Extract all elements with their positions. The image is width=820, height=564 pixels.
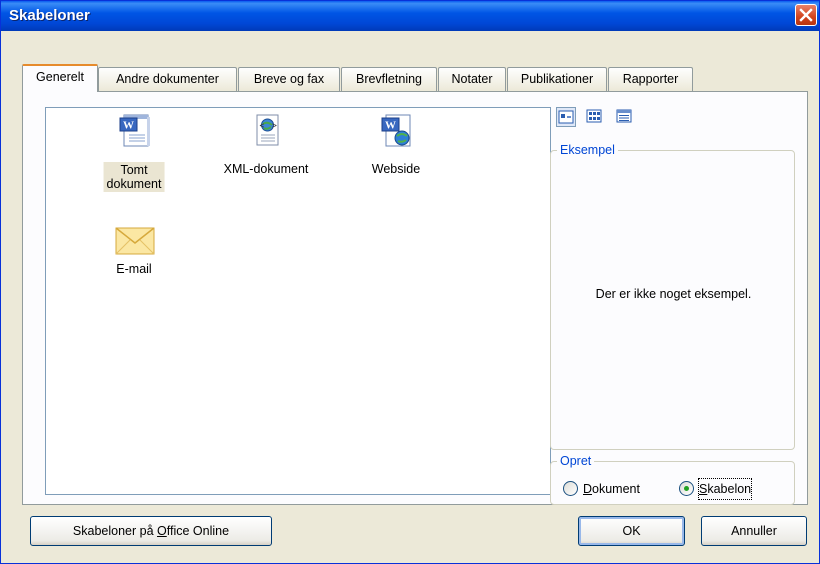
mnemonic: O	[157, 524, 167, 538]
template-item-tomt-dokument[interactable]: W Tomt dokument	[74, 114, 194, 192]
xml-document-icon: < >	[256, 114, 279, 146]
tab-rapporter[interactable]: Rapporter	[608, 67, 693, 91]
radio-button-checked[interactable]	[679, 481, 694, 496]
tab-label: Breve og fax	[253, 72, 325, 86]
ok-button[interactable]: OK	[578, 516, 685, 546]
template-label: XML-dokument	[223, 162, 309, 176]
tab-breve-og-fax[interactable]: Breve og fax	[238, 67, 340, 91]
button-label-part: ffice Online	[166, 524, 230, 538]
tab-publikationer[interactable]: Publikationer	[507, 67, 607, 91]
cancel-button[interactable]: Annuller	[701, 516, 807, 546]
word-document-icon: W	[119, 114, 150, 147]
title-bar[interactable]: Skabeloner	[1, 1, 819, 31]
template-label: E-mail	[116, 262, 152, 276]
radio-dot-icon	[684, 486, 689, 491]
template-item-e-mail[interactable]: E-mail	[74, 222, 194, 292]
details-view-icon	[616, 109, 632, 123]
tab-andre-dokumenter[interactable]: Andre dokumenter	[98, 67, 237, 91]
svg-text:W: W	[123, 120, 134, 132]
tab-label: Generelt	[36, 70, 84, 84]
preview-message: Der er ikke noget eksempel.	[595, 287, 752, 301]
create-legend: Opret	[557, 454, 595, 468]
dokument-radio-label: Dokument	[583, 479, 640, 499]
tab-panel: W Tomt dokument < > XML-dokument W Websi…	[22, 91, 808, 505]
preview-group: Eksempel Der er ikke noget eksempel.	[550, 143, 795, 450]
template-item-webside[interactable]: W Webside	[336, 114, 456, 184]
list-view-icon	[586, 109, 602, 123]
tab-notater[interactable]: Notater	[438, 67, 506, 91]
skabelon-radio-label: Skabelon	[697, 478, 753, 500]
tab-label: Publikationer	[520, 72, 594, 86]
tab-label: Notater	[451, 72, 493, 86]
button-label-part: Skabeloner på	[72, 524, 158, 538]
tab-label: Rapporter	[622, 72, 679, 86]
svg-text:<: <	[260, 121, 265, 130]
tab-brevfletning[interactable]: Brevfletning	[341, 67, 437, 91]
office-online-button[interactable]: Skabeloner på Office Online	[30, 516, 272, 546]
label-rest: okument	[592, 482, 640, 496]
close-icon	[799, 8, 813, 22]
large-icons-view-icon	[558, 110, 574, 124]
tab-label: Brevfletning	[355, 72, 422, 86]
details-view-button[interactable]	[615, 107, 635, 127]
preview-legend: Eksempel	[557, 143, 618, 157]
close-button[interactable]	[795, 4, 817, 26]
svg-text:>: >	[272, 121, 277, 130]
template-label: Webside	[371, 162, 421, 176]
radio-button-unchecked[interactable]	[563, 481, 578, 496]
window-title: Skabeloner	[9, 7, 90, 24]
create-group: Opret Dokument Skabelon	[550, 454, 795, 505]
list-view-button[interactable]	[585, 107, 605, 127]
tab-generelt[interactable]: Generelt	[22, 64, 98, 92]
large-icons-view-button[interactable]	[556, 107, 576, 127]
web-page-icon: W	[381, 114, 411, 147]
email-envelope-icon	[115, 227, 155, 255]
mnemonic: D	[583, 482, 593, 496]
template-item-xml-dokument[interactable]: < > XML-dokument	[206, 114, 326, 184]
templates-dialog: Skabeloner Generelt Andre dokumenter Bre…	[0, 0, 820, 564]
svg-text:W: W	[385, 120, 396, 132]
template-label: Tomt dokument	[103, 162, 165, 192]
label-rest: kabelon	[707, 482, 752, 496]
template-list[interactable]: W Tomt dokument < > XML-dokument W Websi…	[45, 107, 551, 495]
tab-label: Andre dokumenter	[116, 72, 219, 86]
